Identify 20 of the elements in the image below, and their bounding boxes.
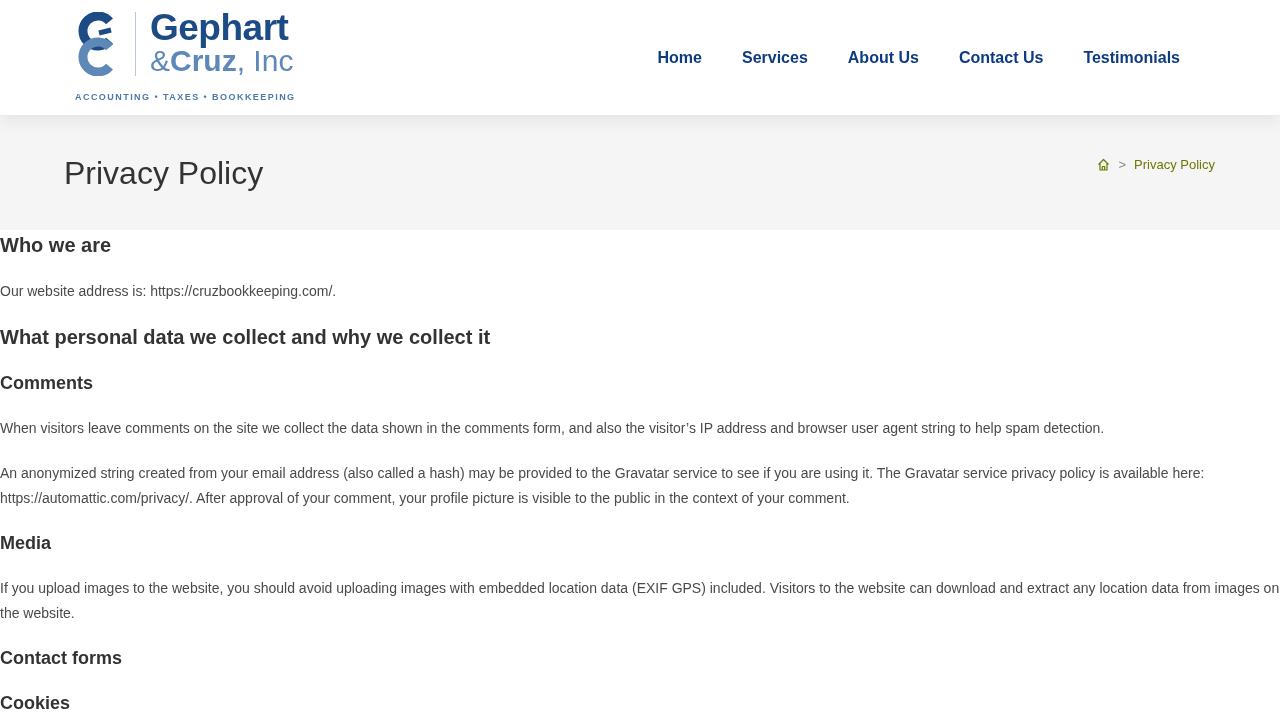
- nav-link[interactable]: Contact Us: [958, 45, 1044, 70]
- paragraph: If you upload images to the website, you should avoid uploading images with embedded location data (EXIF GPS) included. Visitors to the website can download and extract any location data from images on the website.: [0, 579, 1280, 623]
- paragraph: An anonymized string created from your email address (also called a hash) may be provided to the Gravatar service to see if you are using it. The Gravatar service privacy policy is available here: https://automattic.com/privacy/. After approval of your comment, your profile picture is visible to the public in the context of your comment.: [0, 464, 1206, 508]
- section-heading: What personal data we collect and why we collect it: [0, 325, 492, 350]
- page-title: Privacy Policy: [64, 153, 264, 193]
- nav-link[interactable]: Testimonials: [1083, 45, 1180, 70]
- paragraph: When visitors leave comments on the site we collect the data shown in the comments form, and also the visitor’s IP address and browser user agent string to help spam detection.: [0, 419, 1106, 438]
- subsection-heading: Cookies: [0, 692, 72, 715]
- paragraph: Our website address is: https://cruzbookkeeping.com/.: [0, 282, 338, 301]
- subsection-heading: Media: [0, 532, 52, 555]
- breadcrumb-separator: >: [1118, 155, 1127, 174]
- section-heading: Who we are: [0, 233, 113, 258]
- subsection-heading: Comments: [0, 372, 94, 395]
- nav-link[interactable]: Home: [657, 45, 702, 70]
- nav-link[interactable]: Services: [741, 45, 808, 70]
- subsection-heading: Contact forms: [0, 647, 123, 670]
- home-icon[interactable]: [1097, 158, 1111, 171]
- brand-tagline: ACCOUNTING • TAXES • BOOKKEEPING: [75, 90, 296, 104]
- breadcrumb-current: Privacy Policy: [1134, 155, 1215, 174]
- nav-link[interactable]: About Us: [847, 45, 919, 70]
